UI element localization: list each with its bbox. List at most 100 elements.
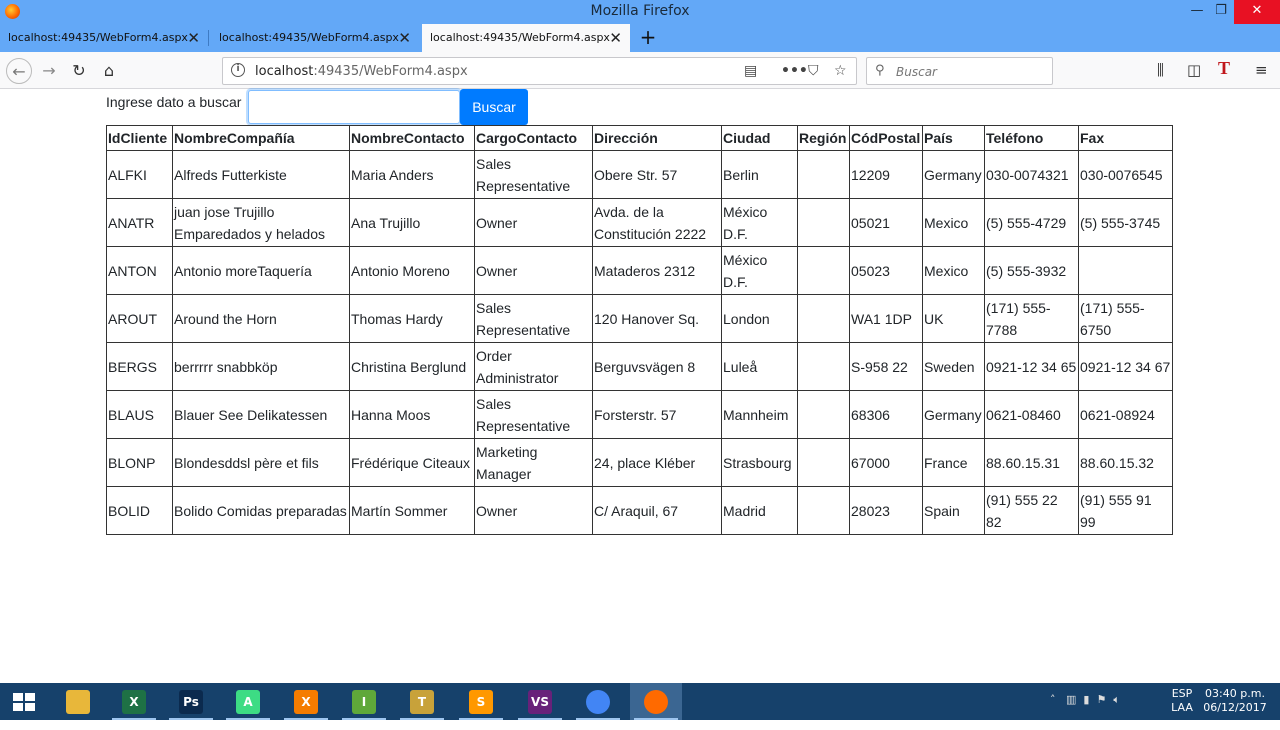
sidebar-icon[interactable]: ◫ bbox=[1187, 60, 1201, 80]
taskbar-xampp-button[interactable]: X bbox=[280, 683, 332, 720]
close-tab-icon[interactable]: ✕ bbox=[398, 24, 411, 52]
cell-region bbox=[797, 486, 850, 535]
cell-idcliente: BOLID bbox=[106, 486, 173, 535]
cell-pais: Mexico bbox=[922, 246, 985, 295]
cell-region bbox=[797, 150, 850, 199]
title-bar: Mozilla Firefox — ❐ ✕ bbox=[0, 0, 1280, 24]
bookmark-star-icon[interactable]: ☆ bbox=[834, 62, 847, 80]
cell-nombrecompania: Around the Horn bbox=[172, 294, 350, 343]
cell-nombrecompania: berrrrr snabbköp bbox=[172, 342, 350, 391]
reload-button[interactable]: ↻ bbox=[66, 58, 92, 84]
header-telefono: Teléfono bbox=[984, 125, 1079, 151]
cell-cargocontacto: Marketing Manager bbox=[474, 438, 593, 487]
system-tray-icons[interactable]: ˄ ▥ ▮ ⚑ 🔈︎ bbox=[1050, 693, 1120, 730]
table-row: ANATR juan jose Trujillo Emparedados y he… bbox=[106, 198, 1173, 247]
cell-region bbox=[797, 342, 850, 391]
menu-hamburger-icon[interactable]: ≡ bbox=[1255, 60, 1268, 80]
customers-table: IdCliente NombreCompañía NombreContacto … bbox=[106, 125, 1173, 535]
cell-fax: 030-0076545 bbox=[1078, 150, 1173, 199]
cell-telefono: 030-0074321 bbox=[984, 150, 1079, 199]
tab-active[interactable]: localhost:49435/WebForm4.aspx ✕ bbox=[422, 24, 630, 53]
close-tab-icon[interactable]: ✕ bbox=[609, 24, 622, 52]
battery-icon: ▮ bbox=[1083, 693, 1090, 706]
cell-nombrecompania: Blondesddsl père et fils bbox=[172, 438, 350, 487]
taskbar-visual-studio-button[interactable]: VS bbox=[514, 683, 566, 720]
tools-icon: T bbox=[410, 690, 434, 714]
volume-icon: 🔈︎ bbox=[1113, 693, 1120, 706]
start-button[interactable] bbox=[0, 683, 52, 720]
search-placeholder: Buscar bbox=[896, 65, 937, 79]
cell-codpostal: 12209 bbox=[849, 150, 923, 199]
language-indicator[interactable]: ESP LAA bbox=[1166, 687, 1198, 724]
cell-telefono: 0921-12 34 65 bbox=[984, 342, 1079, 391]
cell-ciudad: Luleå bbox=[721, 342, 798, 391]
home-button[interactable]: ⌂ bbox=[96, 58, 122, 84]
inkscape-icon: I bbox=[352, 690, 376, 714]
tab-label: localhost:49435/WebForm4.aspx bbox=[8, 31, 188, 44]
cell-telefono: (5) 555-3932 bbox=[984, 246, 1079, 295]
header-ciudad: Ciudad bbox=[721, 125, 798, 151]
cell-direccion: Avda. de la Constitución 2222 bbox=[592, 198, 722, 247]
cell-codpostal: WA1 1DP bbox=[849, 294, 923, 343]
search-input[interactable] bbox=[248, 90, 460, 124]
pocket-icon[interactable]: ⛉ bbox=[808, 62, 819, 80]
cell-ciudad: Madrid bbox=[721, 486, 798, 535]
cell-direccion: 120 Hanover Sq. bbox=[592, 294, 722, 343]
cell-idcliente: ANATR bbox=[106, 198, 173, 247]
close-window-button[interactable]: ✕ bbox=[1234, 0, 1280, 24]
cell-cargocontacto: Sales Representative bbox=[474, 390, 593, 439]
table-header-row: IdCliente NombreCompañía NombreContacto … bbox=[106, 125, 1173, 151]
header-fax: Fax bbox=[1078, 125, 1173, 151]
android-studio-icon: A bbox=[236, 690, 260, 714]
forward-button[interactable]: → bbox=[36, 58, 62, 84]
taskbar-tools-button[interactable]: T bbox=[396, 683, 448, 720]
cell-ciudad: Mannheim bbox=[721, 390, 798, 439]
search-icon: ⚲ bbox=[875, 63, 885, 78]
photoshop-icon: Ps bbox=[179, 690, 203, 714]
maximize-button[interactable]: ❐ bbox=[1207, 0, 1235, 24]
taskbar-android-studio-button[interactable]: A bbox=[222, 683, 274, 720]
cell-telefono: (5) 555-4729 bbox=[984, 198, 1079, 247]
buscar-button[interactable]: Buscar bbox=[460, 89, 528, 125]
cell-idcliente: ANTON bbox=[106, 246, 173, 295]
flag-icon: ⚑ bbox=[1096, 693, 1107, 706]
reader-view-icon[interactable]: ▤ bbox=[744, 62, 757, 80]
cell-fax: 0621-08924 bbox=[1078, 390, 1173, 439]
cell-telefono: 0621-08460 bbox=[984, 390, 1079, 439]
cell-pais: UK bbox=[922, 294, 985, 343]
cell-region bbox=[797, 390, 850, 439]
clock[interactable]: 03:40 p.m. 06/12/2017 bbox=[1200, 687, 1270, 724]
taskbar-inkscape-button[interactable]: I bbox=[338, 683, 390, 720]
header-direccion: Dirección bbox=[592, 125, 722, 151]
library-icon[interactable]: ⫼ bbox=[1157, 60, 1164, 80]
cell-region bbox=[797, 438, 850, 487]
cell-direccion: Forsterstr. 57 bbox=[592, 390, 722, 439]
page-actions-icon[interactable]: ••• bbox=[781, 62, 808, 80]
cell-idcliente: BLAUS bbox=[106, 390, 173, 439]
cell-nombrecompania: Bolido Comidas preparadas bbox=[172, 486, 350, 535]
taskbar-firefox-button[interactable] bbox=[630, 683, 682, 720]
header-nombrecontacto: NombreContacto bbox=[349, 125, 475, 151]
cell-pais: Sweden bbox=[922, 342, 985, 391]
taskbar-photoshop-button[interactable]: Ps bbox=[165, 683, 217, 720]
taskbar-excel-button[interactable]: X bbox=[108, 683, 160, 720]
taskbar-sublime-text-button[interactable]: S bbox=[455, 683, 507, 720]
tab[interactable]: localhost:49435/WebForm4.aspx ✕ bbox=[0, 24, 209, 52]
tab[interactable]: localhost:49435/WebForm4.aspx ✕ bbox=[211, 24, 419, 52]
cell-idcliente: BLONP bbox=[106, 438, 173, 487]
cell-nombrecompania: juan jose Trujillo Emparedados y helados bbox=[172, 198, 350, 247]
url-text[interactable]: localhost:49435/WebForm4.aspx bbox=[255, 64, 468, 79]
cell-cargocontacto: Owner bbox=[474, 486, 593, 535]
url-bar[interactable]: i localhost:49435/WebForm4.aspx ▤ ••• ⛉ … bbox=[222, 57, 857, 85]
cell-codpostal: 05021 bbox=[849, 198, 923, 247]
taskbar-chrome-button[interactable] bbox=[572, 683, 624, 720]
site-info-icon[interactable]: i bbox=[231, 63, 245, 77]
new-tab-button[interactable]: + bbox=[636, 24, 660, 52]
back-button[interactable]: ← bbox=[6, 58, 32, 84]
close-tab-icon[interactable]: ✕ bbox=[187, 24, 200, 52]
taskbar-file-explorer-button[interactable] bbox=[52, 683, 104, 720]
extension-t-icon[interactable]: T bbox=[1218, 58, 1230, 78]
search-bar[interactable]: ⚲ Buscar bbox=[866, 57, 1053, 85]
search-label: Ingrese dato a buscar bbox=[106, 94, 242, 110]
cell-nombrecompania: Alfreds Futterkiste bbox=[172, 150, 350, 199]
